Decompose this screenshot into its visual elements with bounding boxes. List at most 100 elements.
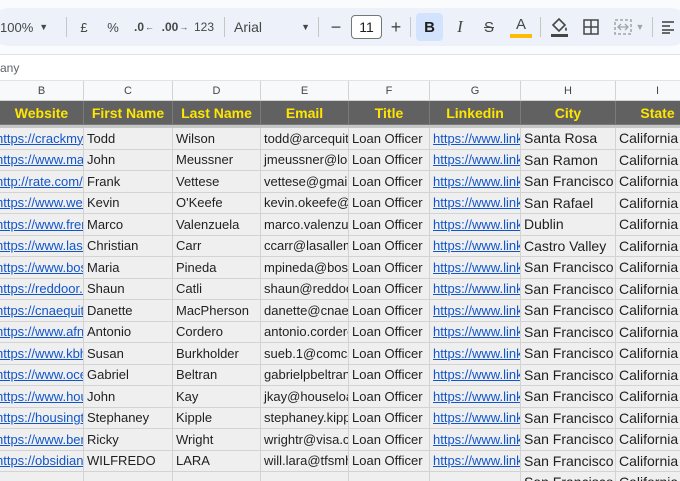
cell-last-name[interactable]: Kay (173, 386, 261, 408)
cell-city[interactable]: Castro Valley (521, 235, 616, 257)
cell-city[interactable]: San Francisco (521, 386, 616, 408)
cell-website[interactable] (0, 472, 84, 481)
number-format-button[interactable]: 123 (192, 14, 216, 40)
cell-state[interactable]: California (616, 257, 680, 279)
cell-email[interactable]: shaun@reddoo (261, 278, 349, 300)
fill-color-button[interactable] (546, 14, 572, 40)
cell-city[interactable]: San Ramon (521, 149, 616, 171)
cell-first-name[interactable]: Maria (84, 257, 173, 279)
bold-button[interactable]: B (416, 13, 443, 41)
cell-first-name[interactable] (84, 472, 173, 481)
cell-first-name[interactable]: Antonio (84, 321, 173, 343)
cell-city[interactable]: San Francisco (521, 407, 616, 429)
cell-title[interactable]: Loan Officer (349, 429, 430, 451)
header-cell-state[interactable]: State (616, 101, 680, 125)
cell-website[interactable]: https://cnaequity (0, 300, 84, 322)
cell-linkedin[interactable]: https://www.link (430, 128, 521, 150)
cell-last-name[interactable]: Beltran (173, 364, 261, 386)
cell-linkedin[interactable] (430, 472, 521, 481)
cell-last-name[interactable]: MacPherson (173, 300, 261, 322)
cell-email[interactable]: antonio.corderc (261, 321, 349, 343)
cell-first-name[interactable]: Todd (84, 128, 173, 150)
cell-state[interactable]: California (616, 278, 680, 300)
cell-title[interactable]: Loan Officer (349, 300, 430, 322)
cell-state[interactable]: California (616, 128, 680, 150)
cell-linkedin[interactable]: https://www.link (430, 364, 521, 386)
cell-email[interactable]: ccarr@lasallem (261, 235, 349, 257)
cell-city[interactable]: San Francisco (521, 257, 616, 279)
column-header-first-name[interactable]: C (84, 81, 173, 101)
cell-title[interactable]: Loan Officer (349, 386, 430, 408)
cell-last-name[interactable]: Cordero (173, 321, 261, 343)
cell-email[interactable]: wrightr@visa.cc (261, 429, 349, 451)
cell-city[interactable]: San Francisco (521, 450, 616, 472)
cell-website[interactable]: https://www.lasa (0, 235, 84, 257)
cell-title[interactable]: Loan Officer (349, 171, 430, 193)
cell-title[interactable]: Loan Officer (349, 192, 430, 214)
cell-email[interactable]: sueb.1@comca (261, 343, 349, 365)
cell-title[interactable]: Loan Officer (349, 450, 430, 472)
cell-email[interactable]: jkay@houseloa (261, 386, 349, 408)
cell-first-name[interactable]: Stephaney (84, 407, 173, 429)
cell-state[interactable]: California (616, 386, 680, 408)
cell-city[interactable]: Santa Rosa (521, 128, 616, 150)
cell-website[interactable]: https://www.welc (0, 192, 84, 214)
decrease-decimal-button[interactable]: .0 ← (131, 14, 157, 40)
cell-website[interactable]: https://www.ocea (0, 364, 84, 386)
cell-city[interactable]: San Francisco (521, 472, 616, 481)
cell-city[interactable]: San Francisco (521, 364, 616, 386)
cell-last-name[interactable]: Wilson (173, 128, 261, 150)
header-cell-last-name[interactable]: Last Name (173, 101, 261, 125)
cell-linkedin[interactable]: https://www.link (430, 450, 521, 472)
cell-website[interactable]: https://www.afnc (0, 321, 84, 343)
cell-first-name[interactable]: WILFREDO (84, 450, 173, 472)
cell-last-name[interactable]: Wright (173, 429, 261, 451)
cell-first-name[interactable]: Christian (84, 235, 173, 257)
cell-email[interactable]: danette@cnaec (261, 300, 349, 322)
cell-last-name[interactable]: Carr (173, 235, 261, 257)
cell-first-name[interactable]: John (84, 386, 173, 408)
cell-title[interactable]: Loan Officer (349, 278, 430, 300)
cell-state[interactable]: California (616, 149, 680, 171)
font-size-input[interactable]: 11 (351, 15, 382, 39)
cell-city[interactable]: San Francisco (521, 278, 616, 300)
increase-decimal-button[interactable]: .00 → (162, 14, 189, 40)
cell-website[interactable]: https://www.benc (0, 429, 84, 451)
strikethrough-button[interactable]: S (478, 14, 500, 40)
merge-cells-button[interactable]: ▼ (610, 14, 648, 40)
cell-first-name[interactable]: Marco (84, 214, 173, 236)
cell-linkedin[interactable]: https://www.link (430, 321, 521, 343)
cell-title[interactable]: Loan Officer (349, 149, 430, 171)
cell-last-name[interactable]: Catli (173, 278, 261, 300)
cell-linkedin[interactable]: https://www.link (430, 192, 521, 214)
cell-website[interactable]: https://www.bost (0, 257, 84, 279)
text-color-button[interactable]: A (508, 14, 534, 40)
cell-website[interactable]: https://obsidianfi (0, 450, 84, 472)
cell-title[interactable]: Loan Officer (349, 364, 430, 386)
header-cell-website[interactable]: Website (0, 101, 84, 125)
cell-email[interactable]: stephaney.kipp (261, 407, 349, 429)
cell-state[interactable]: California (616, 321, 680, 343)
cell-first-name[interactable]: John (84, 149, 173, 171)
column-header-last-name[interactable]: D (173, 81, 261, 101)
header-cell-linkedin[interactable]: Linkedin (430, 101, 521, 125)
cell-linkedin[interactable]: https://www.link (430, 214, 521, 236)
cell-state[interactable]: California (616, 300, 680, 322)
cell-state[interactable]: California (616, 407, 680, 429)
cell-first-name[interactable]: Ricky (84, 429, 173, 451)
cell-linkedin[interactable]: https://www.link (430, 343, 521, 365)
cell-first-name[interactable]: Frank (84, 171, 173, 193)
cell-linkedin[interactable]: https://www.link (430, 429, 521, 451)
cell-email[interactable]: will.lara@tfsmh (261, 450, 349, 472)
align-button[interactable] (658, 14, 678, 40)
cell-title[interactable]: Loan Officer (349, 235, 430, 257)
cell-email[interactable]: todd@arcequity (261, 128, 349, 150)
column-header-state[interactable]: I (616, 81, 680, 101)
formula-bar[interactable]: any (0, 54, 680, 80)
cell-state[interactable]: California (616, 235, 680, 257)
cell-last-name[interactable]: O'Keefe (173, 192, 261, 214)
cell-email[interactable]: jmeussner@lou (261, 149, 349, 171)
column-header-title[interactable]: F (349, 81, 430, 101)
cell-website[interactable]: https://www.mas (0, 149, 84, 171)
cell-linkedin[interactable]: https://www.link (430, 235, 521, 257)
